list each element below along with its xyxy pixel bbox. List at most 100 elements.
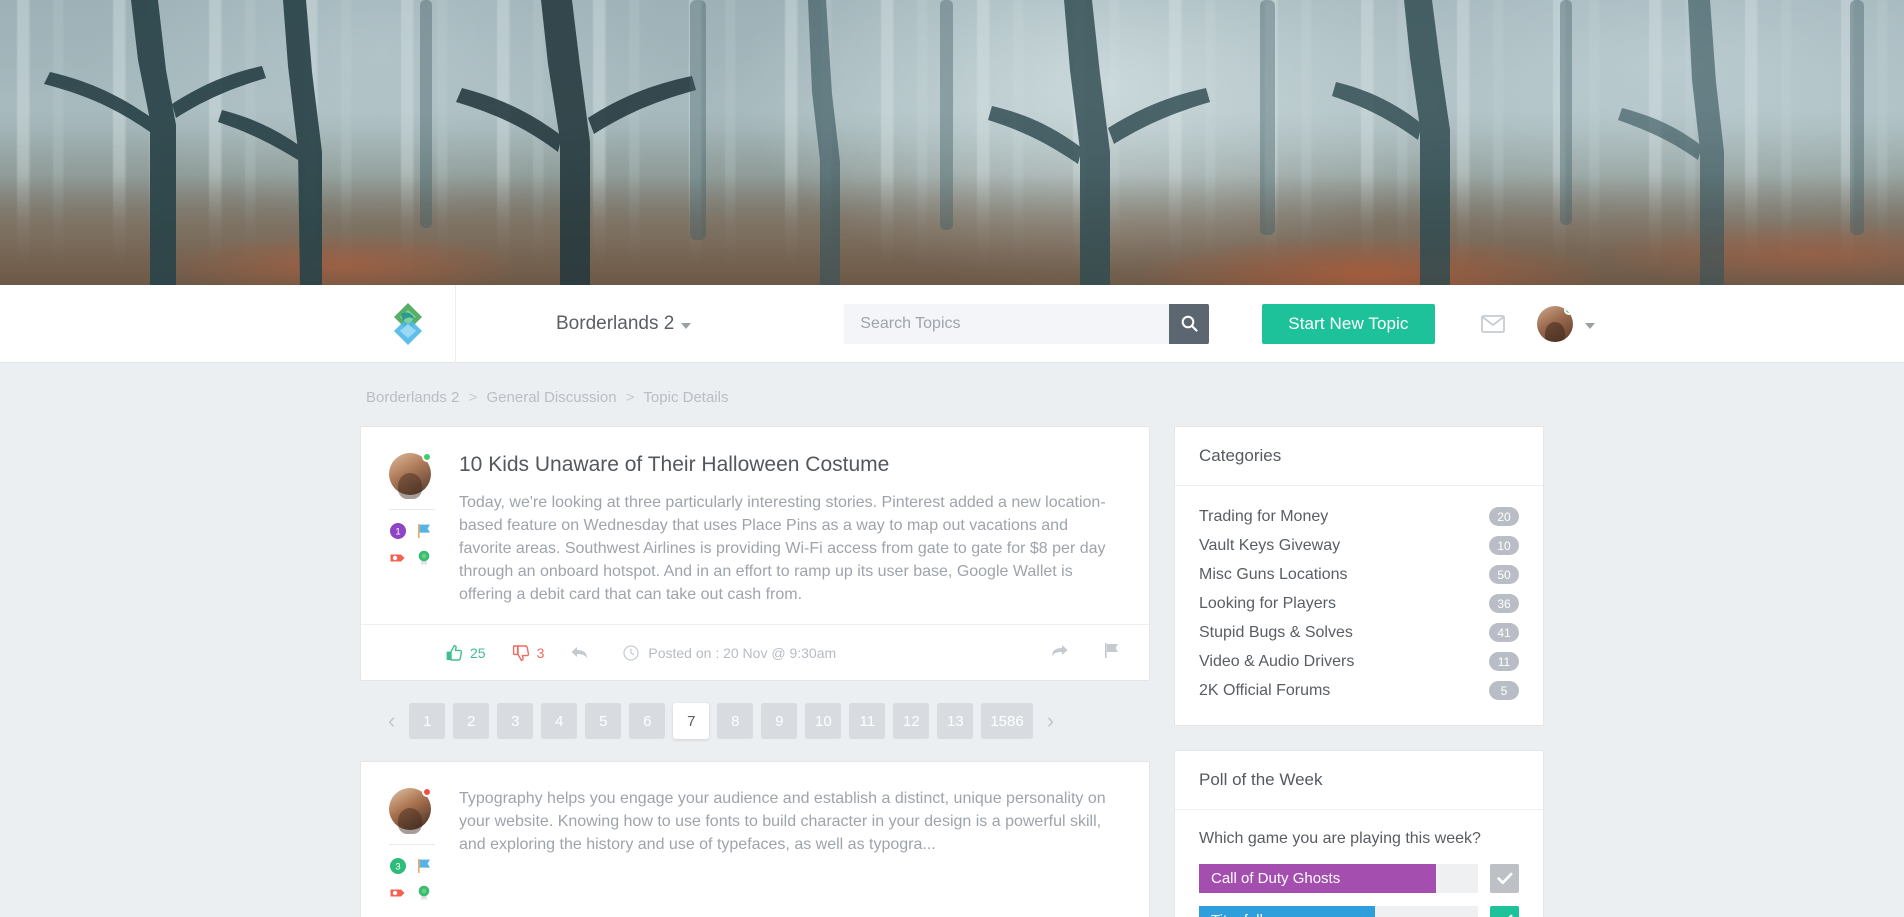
- share-button[interactable]: [1050, 642, 1069, 664]
- poll-option-row: Titanfall: [1199, 906, 1519, 917]
- post-text: Typography helps you engage your audienc…: [459, 790, 1106, 854]
- like-count: 25: [470, 644, 486, 661]
- post-title[interactable]: 10 Kids Unaware of Their Halloween Costu…: [459, 453, 1121, 477]
- like-button[interactable]: 25: [445, 644, 486, 662]
- pagination-page-5[interactable]: 5: [585, 703, 622, 740]
- pagination: ‹ 1 2 3 4 5 6 7 8 9 10 11 12 13 1586 ›: [360, 681, 1150, 761]
- sidebar-item-trading-for-money[interactable]: Trading for Money 20: [1199, 502, 1519, 531]
- pagination-page-7[interactable]: 7: [673, 703, 710, 740]
- search-container: [844, 303, 1210, 344]
- pagination-prev[interactable]: ‹: [382, 710, 401, 732]
- poll-question: Which game you are playing this week?: [1199, 830, 1481, 847]
- pagination-next[interactable]: ›: [1041, 710, 1060, 732]
- reply-arrow-icon: [571, 647, 588, 659]
- dislike-button[interactable]: 3: [512, 644, 545, 662]
- divider: [389, 844, 435, 846]
- poll-bar-track[interactable]: Titanfall: [1199, 906, 1478, 917]
- pagination-page-13[interactable]: 13: [937, 703, 974, 740]
- check-icon: [1496, 872, 1512, 885]
- poll-option-row: Call of Duty Ghosts: [1199, 864, 1519, 893]
- sidebar: Categories Trading for Money 20 Vault Ke…: [1174, 426, 1544, 917]
- status-indicator-busy: [422, 787, 432, 798]
- sidebar-item-vault-keys-giveway[interactable]: Vault Keys Giveway 10: [1199, 531, 1519, 560]
- poll-vote-button[interactable]: [1490, 864, 1519, 893]
- poll-bar-fill: Titanfall: [1199, 906, 1375, 917]
- green-medal-icon: [418, 550, 430, 566]
- sidebar-item-looking-for-players[interactable]: Looking for Players 36: [1199, 589, 1519, 618]
- pagination-page-3[interactable]: 3: [497, 703, 534, 740]
- post-content: 10 Kids Unaware of Their Halloween Costu…: [455, 453, 1121, 606]
- pagination-page-4[interactable]: 4: [541, 703, 578, 740]
- poll-vote-button[interactable]: [1490, 906, 1519, 917]
- poll-option-label: Titanfall: [1199, 912, 1263, 917]
- pagination-page-1[interactable]: 1: [409, 703, 446, 740]
- post-body: 1 10 Kids Unaware of Their Halloween Cos…: [361, 427, 1149, 624]
- thumbs-up-icon: [446, 644, 463, 661]
- thumbs-down-icon: [512, 645, 529, 661]
- avatar[interactable]: [389, 452, 432, 499]
- clock-icon: [623, 645, 640, 661]
- category-count-badge: 20: [1489, 507, 1519, 526]
- purple-number-badge-icon: 1: [390, 523, 406, 539]
- breadcrumb-item-0[interactable]: Borderlands 2: [366, 389, 459, 406]
- report-button[interactable]: [1103, 642, 1121, 664]
- search-input[interactable]: [844, 303, 1170, 344]
- forum-logo-icon: [393, 302, 422, 345]
- chevron-down-icon: [681, 322, 692, 329]
- pagination-page-2[interactable]: 2: [453, 703, 490, 740]
- post-meta: Posted on : 20 Nov @ 9:30am: [623, 645, 836, 661]
- share-arrow-icon: [1052, 644, 1068, 657]
- forum-selector[interactable]: Borderlands 2: [556, 313, 692, 335]
- sidebar-item-stupid-bugs-and-solves[interactable]: Stupid Bugs & Solves 41: [1199, 618, 1519, 647]
- pagination-page-last[interactable]: 1586: [981, 703, 1033, 740]
- avatar: [1536, 305, 1573, 342]
- search-button[interactable]: [1169, 303, 1210, 344]
- avatar[interactable]: [389, 787, 432, 835]
- breadcrumb-item-1[interactable]: General Discussion: [487, 389, 617, 406]
- badge-number: 3: [395, 862, 400, 873]
- user-menu[interactable]: [1536, 305, 1595, 342]
- start-new-topic-button[interactable]: Start New Topic: [1262, 303, 1435, 344]
- breadcrumb-separator: >: [625, 389, 635, 406]
- post-footer: 25 3 Posted on: 20 Nov @ 9:30am: [361, 624, 1149, 680]
- flag-icon: [1105, 642, 1118, 658]
- content-row: 1 10 Kids Unaware of Their Halloween Cos…: [360, 426, 1544, 917]
- red-ribbon-icon: [390, 554, 405, 562]
- status-indicator-online: [422, 452, 432, 462]
- categories-list: Trading for Money 20 Vault Keys Giveway …: [1175, 486, 1543, 725]
- envelope-icon[interactable]: [1480, 314, 1505, 333]
- green-number-badge-icon: 3: [390, 858, 406, 875]
- sidebar-item-video-and-audio-drivers[interactable]: Video & Audio Drivers 11: [1199, 647, 1519, 676]
- reply-button[interactable]: [570, 644, 589, 661]
- dislike-count: 3: [536, 644, 545, 661]
- pagination-page-11[interactable]: 11: [849, 703, 886, 740]
- author-badges: 1: [389, 522, 455, 567]
- category-count-badge: 50: [1489, 565, 1519, 584]
- divider: [389, 509, 435, 510]
- poll-bar-track[interactable]: Call of Duty Ghosts: [1199, 864, 1478, 893]
- post-body: 3 Typography helps you engage your audie…: [361, 762, 1149, 917]
- category-count-badge: 11: [1489, 652, 1519, 671]
- user-menu-chevron-icon: [1584, 322, 1595, 329]
- poll-option-label: Call of Duty Ghosts: [1211, 870, 1341, 887]
- pagination-page-8[interactable]: 8: [717, 703, 754, 740]
- red-ribbon-icon: [390, 889, 405, 897]
- pagination-page-9[interactable]: 9: [761, 703, 798, 740]
- category-label: Vault Keys Giveway: [1199, 536, 1341, 554]
- pagination-page-12[interactable]: 12: [893, 703, 930, 740]
- logo-container[interactable]: [360, 284, 456, 363]
- pagination-page-6[interactable]: 6: [629, 703, 666, 740]
- sidebar-item-misc-guns-locations[interactable]: Misc Guns Locations 50: [1199, 560, 1519, 589]
- pagination-page-10[interactable]: 10: [805, 703, 842, 740]
- category-label: Video & Audio Drivers: [1199, 652, 1355, 670]
- main-column: 1 10 Kids Unaware of Their Halloween Cos…: [360, 426, 1150, 917]
- category-label: 2K Official Forums: [1199, 681, 1331, 699]
- green-medal-icon: [418, 886, 430, 901]
- sidebar-item-2k-official-forums[interactable]: 2K Official Forums 5: [1199, 676, 1519, 705]
- search-icon: [1181, 315, 1198, 332]
- poll-body: Which game you are playing this week? Ca…: [1175, 810, 1543, 917]
- post-timestamp: Posted on : 20 Nov @ 9:30am: [648, 644, 837, 661]
- post-content: Typography helps you engage your audienc…: [455, 788, 1121, 902]
- breadcrumb-item-2[interactable]: Topic Details: [643, 389, 728, 406]
- categories-card: Categories Trading for Money 20 Vault Ke…: [1174, 426, 1544, 726]
